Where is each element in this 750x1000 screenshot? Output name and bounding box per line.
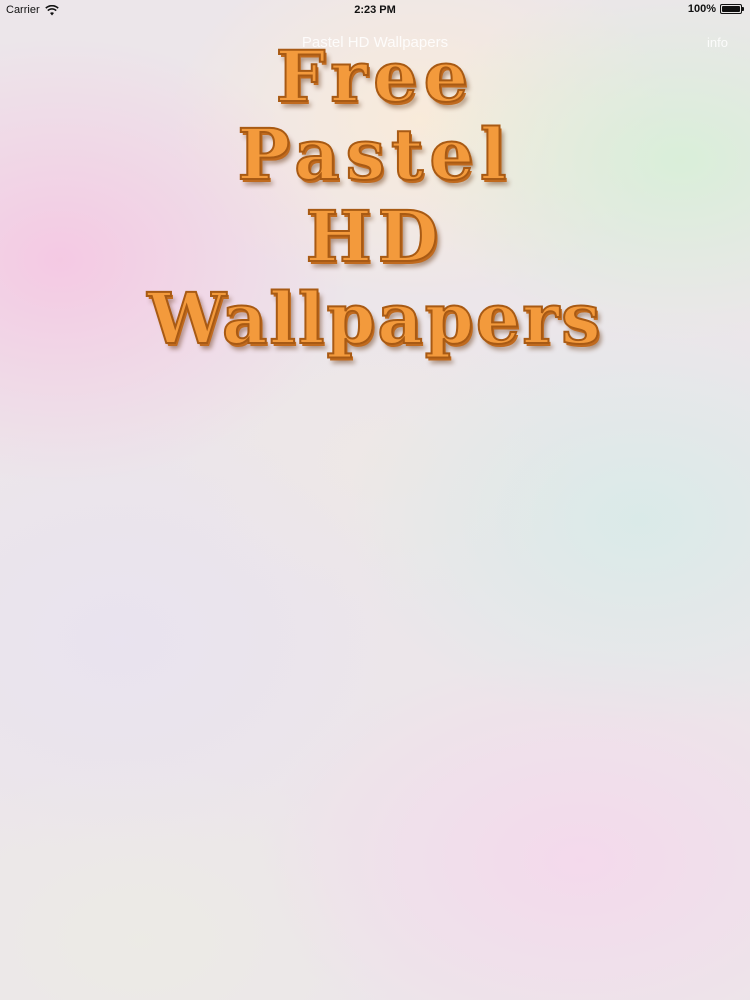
battery-icon (720, 4, 744, 14)
headline-line-free: Free (275, 35, 475, 118)
status-time: 2:23 PM (354, 4, 396, 16)
headline-line-hd: HD (305, 195, 445, 278)
headline: Free Pastel HD Wallpapers (0, 35, 750, 360)
status-right: 100% (687, 3, 744, 15)
headline-line-wallpapers: Wallpapers (146, 277, 603, 360)
battery-fill (722, 6, 740, 12)
headline-line-pastel: Pastel (237, 113, 513, 196)
status-bar: Carrier 2:23 PM 100% (0, 0, 750, 22)
battery-percent: 100% (687, 3, 716, 15)
